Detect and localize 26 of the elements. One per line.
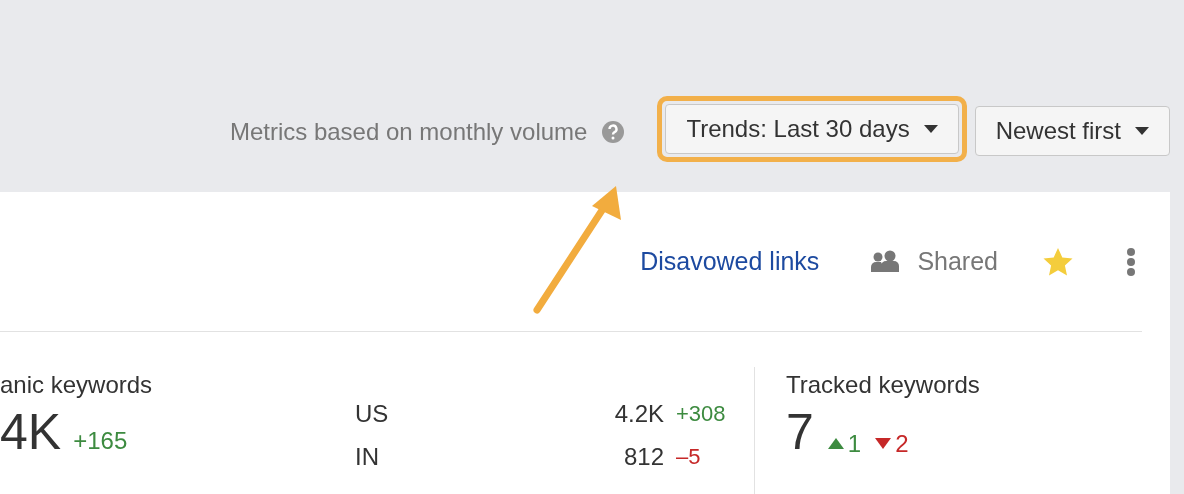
metric-value: 7 [786, 407, 814, 457]
country-value: 4.2K [614, 399, 664, 428]
dropdown-button[interactable]: Trends: Last 30 days [665, 104, 959, 154]
metric-value: 4K [0, 407, 62, 457]
up-triangle-icon [827, 438, 844, 449]
star-icon[interactable] [1042, 246, 1074, 277]
metric-change: +165 [73, 426, 128, 456]
shared-button[interactable]: Shared [871, 242, 998, 281]
people-icon [871, 249, 902, 274]
country-code: IN [355, 442, 380, 471]
metrics-note: Metrics based on monthly volume [229, 117, 588, 147]
metric-change: 2 [875, 425, 909, 462]
caret-icon [1135, 127, 1149, 135]
country-code: US [355, 399, 390, 428]
metric-change: 1 [827, 425, 862, 462]
section-label: Tracked keywords [786, 370, 980, 400]
country-change: +308 [675, 400, 727, 428]
more-icon[interactable] [1126, 247, 1136, 276]
section-label: anic keywords [0, 370, 154, 400]
help-icon [601, 120, 626, 144]
disavowed-links-link[interactable]: Disavowed links [640, 242, 820, 281]
down-triangle-icon [875, 438, 892, 449]
country-change: –5 [675, 443, 702, 471]
dropdown-button[interactable]: Newest first [974, 106, 1170, 156]
caret-icon [923, 125, 938, 133]
country-value: 812 [623, 442, 664, 471]
